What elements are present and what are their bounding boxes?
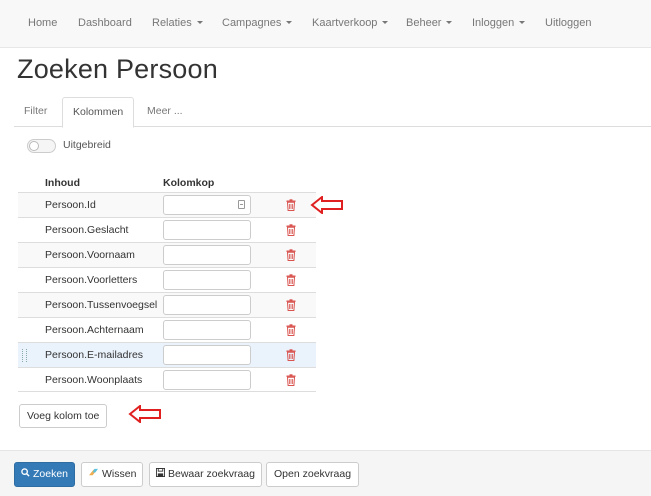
table-row: Persoon.Voorletters [18, 267, 316, 292]
nav-campagnes-label: Campagnes [222, 17, 282, 29]
input-indicator-icon [238, 200, 245, 209]
add-column-button[interactable]: Voeg kolom toe [19, 404, 108, 428]
nav-uitloggen[interactable]: Uitloggen [545, 17, 591, 29]
nav-relaties-label: Relaties [152, 17, 192, 29]
caret-down-icon [519, 20, 526, 24]
nav-relaties[interactable]: Relaties [152, 17, 203, 29]
nav-dashboard-label: Dashboard [78, 17, 132, 29]
clear-button-label: Wissen [102, 468, 137, 480]
eraser-icon [89, 468, 98, 476]
nav-campagnes[interactable]: Campagnes [222, 17, 293, 29]
nav-uitloggen-label: Uitloggen [545, 17, 592, 29]
nav-inloggen[interactable]: Inloggen [472, 17, 526, 29]
column-header-input[interactable] [163, 270, 251, 290]
toggle-knob [29, 141, 39, 151]
column-header-input[interactable] [163, 345, 251, 365]
search-icon [21, 468, 30, 477]
caret-down-icon [446, 20, 453, 24]
tab-meer[interactable]: Meer ... [137, 97, 193, 126]
trash-icon[interactable] [286, 349, 296, 361]
extended-toggle[interactable] [27, 139, 56, 153]
column-header-input[interactable] [163, 320, 251, 340]
row-content-label: Persoon.Id [45, 199, 96, 211]
column-header-input[interactable] [163, 295, 251, 315]
row-content-label: Persoon.Geslacht [45, 224, 129, 236]
row-content-label: Persoon.E-mailadres [45, 349, 144, 361]
nav-dashboard[interactable]: Dashboard [78, 17, 132, 29]
extended-toggle-label: Uitgebreid [63, 139, 111, 151]
page-title: Zoeken Persoon [17, 54, 218, 84]
floppy-disk-icon [156, 468, 165, 477]
nav-inloggen-label: Inloggen [472, 17, 515, 29]
search-button-label: Zoeken [33, 468, 69, 480]
save-query-button[interactable]: Bewaar zoekvraag [149, 462, 262, 487]
open-query-button[interactable]: Open zoekvraag [266, 462, 360, 487]
nav-kaartverkoop[interactable]: Kaartverkoop [312, 17, 389, 29]
table-row: Persoon.Woonplaats [18, 367, 316, 392]
caret-down-icon [196, 20, 203, 24]
table-row: Persoon.E-mailadres [18, 342, 316, 367]
caret-down-icon [286, 20, 293, 24]
column-header-content: Inhoud [45, 177, 80, 189]
top-navbar: Home Dashboard Relaties Campagnes Kaartv… [0, 0, 651, 48]
row-content-label: Persoon.Voornaam [45, 249, 135, 261]
nav-kaartverkoop-label: Kaartverkoop [312, 17, 378, 29]
nav-home[interactable]: Home [28, 17, 57, 29]
column-header-input[interactable] [163, 220, 251, 240]
trash-icon[interactable] [286, 374, 296, 386]
row-content-label: Persoon.Tussenvoegsel [45, 299, 158, 311]
trash-icon[interactable] [286, 324, 296, 336]
annotation-arrow-left-icon [310, 196, 343, 214]
row-content-label: Persoon.Voorletters [45, 274, 138, 286]
clear-button[interactable]: Wissen [81, 462, 144, 487]
table-row: Persoon.Achternaam [18, 317, 316, 342]
save-query-button-label: Bewaar zoekvraag [168, 468, 255, 480]
nav-beheer-label: Beheer [406, 17, 442, 29]
nav-beheer[interactable]: Beheer [406, 17, 453, 29]
search-button[interactable]: Zoeken [14, 462, 76, 487]
column-header-kolomkop: Kolomkop [163, 177, 215, 189]
table-row: Persoon.Voornaam [18, 242, 316, 267]
caret-down-icon [382, 20, 389, 24]
table-row: Persoon.Tussenvoegsel [18, 292, 316, 317]
tab-filter[interactable]: Filter [14, 97, 57, 126]
column-header-input[interactable] [163, 370, 251, 390]
trash-icon[interactable] [286, 299, 296, 311]
trash-icon[interactable] [286, 274, 296, 286]
row-content-label: Persoon.Woonplaats [45, 374, 143, 386]
column-header-input[interactable] [163, 245, 251, 265]
trash-icon[interactable] [286, 224, 296, 236]
table-row: Persoon.Geslacht [18, 217, 316, 242]
trash-icon[interactable] [286, 199, 296, 211]
nav-home-label: Home [28, 17, 58, 29]
row-content-label: Persoon.Achternaam [45, 324, 144, 336]
tab-kolommen[interactable]: Kolommen [62, 97, 135, 128]
drag-handle-icon[interactable] [22, 349, 27, 362]
trash-icon[interactable] [286, 249, 296, 261]
annotation-arrow-left-icon [128, 405, 161, 423]
column-header-input[interactable] [163, 195, 251, 215]
table-row: Persoon.Id [18, 192, 316, 217]
